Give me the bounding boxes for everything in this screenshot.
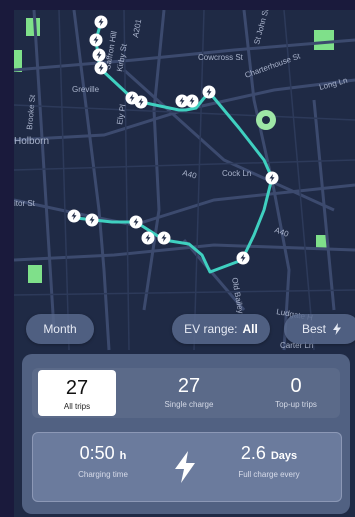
charging-stop-marker[interactable]	[202, 85, 216, 99]
charging-time-value: 0:50	[79, 443, 115, 463]
charging-stop-marker[interactable]	[129, 215, 143, 229]
full-charge-label: Full charge every	[238, 470, 300, 479]
charging-summary-card: 0:50 h Charging time 2.6 Days Full charge …	[32, 432, 342, 502]
charging-stop-marker[interactable]	[265, 171, 279, 185]
ev-range-filter[interactable]: EV range: All	[172, 314, 270, 344]
top-up-trips-label: Top-up trips	[275, 400, 317, 409]
month-filter-button[interactable]: Month	[26, 314, 94, 344]
charging-time-unit: h	[119, 450, 127, 462]
charging-stop-marker[interactable]	[89, 33, 103, 47]
best-filter-label: Best	[301, 322, 326, 336]
full-charge-unit: Days	[270, 450, 298, 462]
ev-range-label: EV range:	[184, 322, 238, 336]
charging-stop-marker[interactable]	[67, 209, 81, 223]
charging-stop-marker[interactable]	[94, 61, 108, 75]
charging-time-stat: 0:50 h Charging time	[43, 443, 163, 479]
single-charge-value: 27	[177, 375, 201, 397]
lightning-icon	[175, 451, 195, 483]
all-trips-tab[interactable]: 27 All trips	[38, 370, 116, 416]
ev-range-value: All	[242, 322, 258, 336]
single-charge-label: Single charge	[164, 400, 214, 409]
top-up-trips-tab[interactable]: 0 Top-up trips	[254, 368, 338, 418]
trip-summary-panel: 27 All trips 27 Single charge 0 Top-up t…	[22, 354, 350, 514]
full-charge-stat: 2.6 Days Full charge every	[209, 443, 329, 479]
charging-stop-marker[interactable]	[92, 48, 106, 62]
street-label: Cock Ln	[222, 169, 251, 178]
charging-stop-marker[interactable]	[85, 213, 99, 227]
charging-stop-marker[interactable]	[185, 94, 199, 108]
street-label: itor St	[14, 199, 36, 208]
full-charge-value: 2.6	[240, 443, 266, 463]
charging-stop-marker[interactable]	[157, 231, 171, 245]
trip-stats-tabs: 27 All trips 27 Single charge 0 Top-up t…	[32, 368, 340, 418]
lightning-icon	[333, 323, 341, 335]
top-up-trips-value: 0	[290, 375, 302, 397]
charging-stop-marker[interactable]	[141, 231, 155, 245]
map-screen: A201 Saffron Hill Kirby St Ely Pl Grevil…	[14, 10, 355, 517]
street-label: Greville	[72, 85, 100, 94]
best-filter-button[interactable]: Best	[284, 314, 355, 344]
all-trips-value: 27	[65, 377, 89, 399]
charging-stop-marker[interactable]	[94, 15, 108, 29]
month-filter-label: Month	[43, 322, 77, 336]
charging-stop-marker[interactable]	[134, 95, 148, 109]
single-charge-tab[interactable]: 27 Single charge	[144, 368, 234, 418]
location-pin-icon[interactable]	[256, 110, 276, 130]
street-label: Holborn	[14, 136, 49, 147]
charging-time-label: Charging time	[78, 470, 128, 479]
street-label: Cowcross St	[198, 53, 244, 62]
charging-stop-marker[interactable]	[236, 251, 250, 265]
all-trips-label: All trips	[63, 402, 91, 411]
